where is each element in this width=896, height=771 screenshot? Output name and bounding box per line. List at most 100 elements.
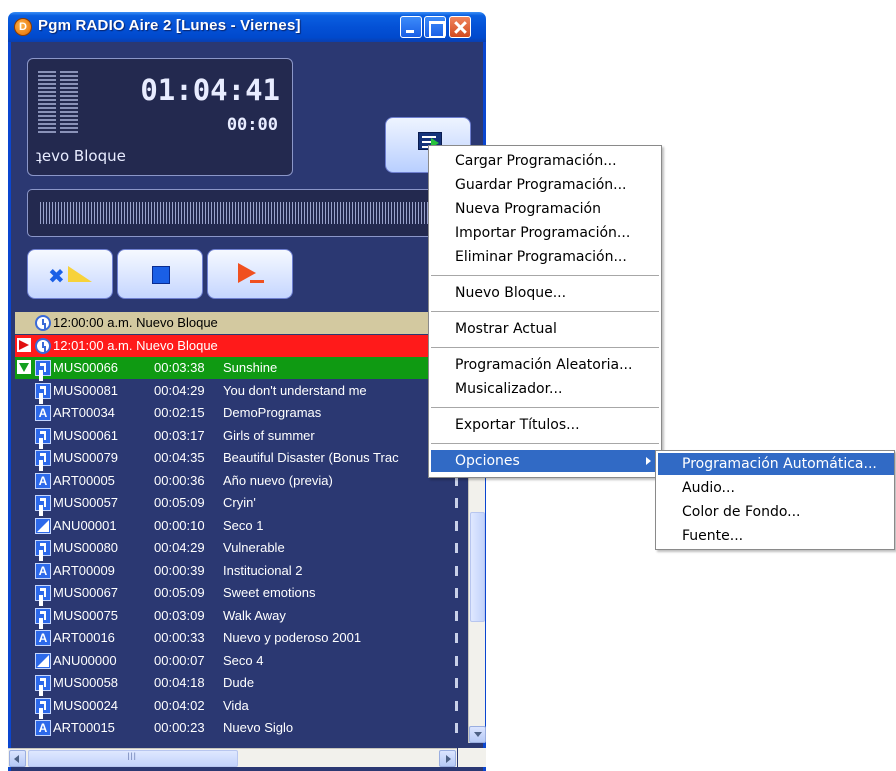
music-note-icon — [35, 697, 51, 714]
stop-button[interactable] — [117, 249, 203, 299]
block-time: 12:01:00 a.m. Nuevo Bloque — [53, 337, 218, 353]
horizontal-scrollbar[interactable]: III — [8, 748, 457, 767]
playlist-row[interactable]: MUS00024 00:04:02 Vida — [15, 695, 466, 717]
playlist-row[interactable]: MUS00079 00:04:35 Beautiful Disaster (Bonu… — [15, 447, 466, 469]
music-note-icon — [35, 607, 51, 624]
playlist-row[interactable]: A ART00016 00:00:33 Nuevo y poderoso 2001 — [15, 627, 466, 649]
playlist-row[interactable]: MUS00066 00:03:38 Sunshine — [15, 357, 466, 379]
item-code: ART00005 — [53, 472, 115, 488]
resize-grip[interactable] — [458, 748, 486, 767]
menu-item[interactable]: Guardar Programación... — [431, 174, 659, 196]
maximize-button[interactable] — [424, 16, 446, 38]
play-next-button[interactable] — [207, 249, 293, 299]
item-code: ART00016 — [53, 630, 115, 645]
item-title: All That She Wants (rem) — [223, 743, 368, 744]
block-row[interactable]: 12:00:00 a.m. Nuevo Bloque — [15, 312, 466, 334]
menu-item[interactable]: Importar Programación... — [431, 222, 659, 244]
item-code: MUS00066 — [53, 360, 119, 375]
playlist[interactable]: 12:00:00 a.m. Nuevo Bloque 12:01:00 a.m. … — [15, 312, 466, 743]
eraser-icon — [68, 266, 92, 282]
menu-item[interactable]: Programación Aleatoria... — [431, 354, 659, 376]
item-code: MUS00080 — [53, 540, 119, 555]
item-title: Seco 1 — [223, 517, 264, 533]
playlist-row[interactable]: MUS00081 00:04:29 You don't understand me — [15, 380, 466, 402]
row-marker — [455, 678, 458, 688]
playlist-row[interactable]: MUS00035 00:03:35 All That She Wants (rem) — [15, 740, 466, 744]
row-marker — [455, 565, 458, 576]
menu-item[interactable]: Eliminar Programación... — [431, 246, 659, 268]
scroll-down-button[interactable] — [469, 726, 486, 743]
playlist-row[interactable]: MUS00061 00:03:17 Girls of summer — [15, 425, 466, 447]
vertical-scroll-thumb[interactable] — [470, 512, 485, 622]
delete-button[interactable]: ✖ — [27, 249, 113, 299]
playlist-row[interactable]: MUS00067 00:05:09 Sweet emotions — [15, 582, 466, 604]
item-title: Vida — [223, 697, 249, 713]
music-note-icon — [35, 585, 51, 601]
item-title: Girls of summer — [223, 427, 315, 443]
playlist-row[interactable]: MUS00058 00:04:18 Dude — [15, 672, 466, 694]
item-code: ART00034 — [53, 405, 115, 420]
item-duration: 00:04:35 — [154, 450, 205, 465]
item-code: ANU00000 — [53, 652, 117, 668]
item-duration: 00:04:29 — [154, 382, 205, 398]
menu-separator — [431, 407, 659, 408]
letter-a-icon: A — [35, 630, 51, 646]
close-button[interactable] — [449, 16, 471, 38]
item-title: Sweet emotions — [223, 585, 316, 600]
minimize-button[interactable] — [400, 16, 422, 38]
item-duration: 00:03:09 — [154, 607, 205, 623]
menu-item[interactable]: Cargar Programación... — [431, 150, 659, 172]
playing-arrow-icon — [17, 360, 31, 374]
item-duration: 00:00:07 — [154, 652, 205, 668]
menu-separator — [431, 347, 659, 348]
playlist-row[interactable]: A ART00015 00:00:23 Nuevo Siglo — [15, 717, 466, 739]
submenu-item[interactable]: Color de Fondo... — [658, 501, 894, 523]
item-code: MUS00024 — [53, 697, 119, 713]
row-marker — [455, 520, 458, 531]
app-icon[interactable]: D — [14, 18, 32, 36]
item-duration: 00:04:02 — [154, 697, 205, 713]
item-duration: 00:00:39 — [154, 562, 205, 578]
letter-a-icon: A — [35, 472, 51, 489]
title-bar[interactable]: D Pgm RADIO Aire 2 [Lunes - Viernes] — [8, 12, 486, 42]
block-row[interactable]: 12:01:00 a.m. Nuevo Bloque — [15, 334, 466, 357]
menu-item[interactable]: Exportar Títulos... — [431, 414, 659, 436]
menu-item[interactable]: Mostrar Actual — [431, 318, 659, 340]
playlist-row[interactable]: A ART00034 00:02:15 DemoProgramas — [15, 402, 466, 424]
playlist-row[interactable]: MUS00080 00:04:29 Vulnerable — [15, 537, 466, 559]
music-note-icon — [35, 427, 51, 444]
menu-item[interactable]: Nueva Programación — [431, 198, 659, 220]
item-title: Nuevo Siglo — [223, 720, 294, 735]
item-code: ANU00001 — [53, 517, 117, 533]
row-marker — [455, 498, 458, 508]
item-title: Nuevo y poderoso 2001 — [223, 630, 362, 645]
playlist-row[interactable]: A ART00005 00:00:36 Año nuevo (previa) — [15, 470, 466, 492]
item-duration: 00:00:23 — [154, 720, 205, 735]
playlist-row[interactable]: MUS00075 00:03:09 Walk Away — [15, 605, 466, 627]
playlist-row[interactable]: A ART00009 00:00:39 Institucional 2 — [15, 560, 466, 582]
item-duration: 00:04:18 — [154, 675, 205, 690]
vu-meter-right — [60, 71, 78, 133]
submenu-item[interactable]: Audio... — [658, 477, 894, 499]
scroll-left-button[interactable] — [9, 750, 26, 767]
item-code: MUS00075 — [53, 607, 119, 623]
horizontal-scroll-thumb[interactable]: III — [28, 750, 238, 767]
submenu-item[interactable]: Fuente... — [658, 525, 894, 547]
item-code: MUS00067 — [53, 585, 119, 600]
scroll-right-button[interactable] — [439, 750, 456, 767]
item-duration: 00:00:33 — [154, 630, 205, 645]
block-time: 12:00:00 a.m. Nuevo Bloque — [53, 315, 218, 330]
item-title: Seco 4 — [223, 652, 264, 668]
menu-item[interactable]: Musicalizador... — [431, 378, 659, 400]
menu-separator — [431, 311, 659, 312]
item-title: Dude — [223, 675, 255, 690]
playlist-row[interactable]: ANU00001 00:00:10 Seco 1 — [15, 515, 466, 537]
music-note-icon — [35, 742, 51, 743]
item-title: DemoProgramas — [223, 405, 322, 420]
playlist-row[interactable]: MUS00057 00:05:09 Cryin' — [15, 492, 466, 514]
playlist-row[interactable]: ANU00000 00:00:07 Seco 4 — [15, 650, 466, 672]
submenu-item[interactable]: Programación Automática... — [658, 453, 894, 475]
menu-item[interactable]: Nuevo Bloque... — [431, 282, 659, 304]
play-bar-icon — [250, 280, 264, 283]
menu-item[interactable]: Opciones — [431, 450, 659, 472]
